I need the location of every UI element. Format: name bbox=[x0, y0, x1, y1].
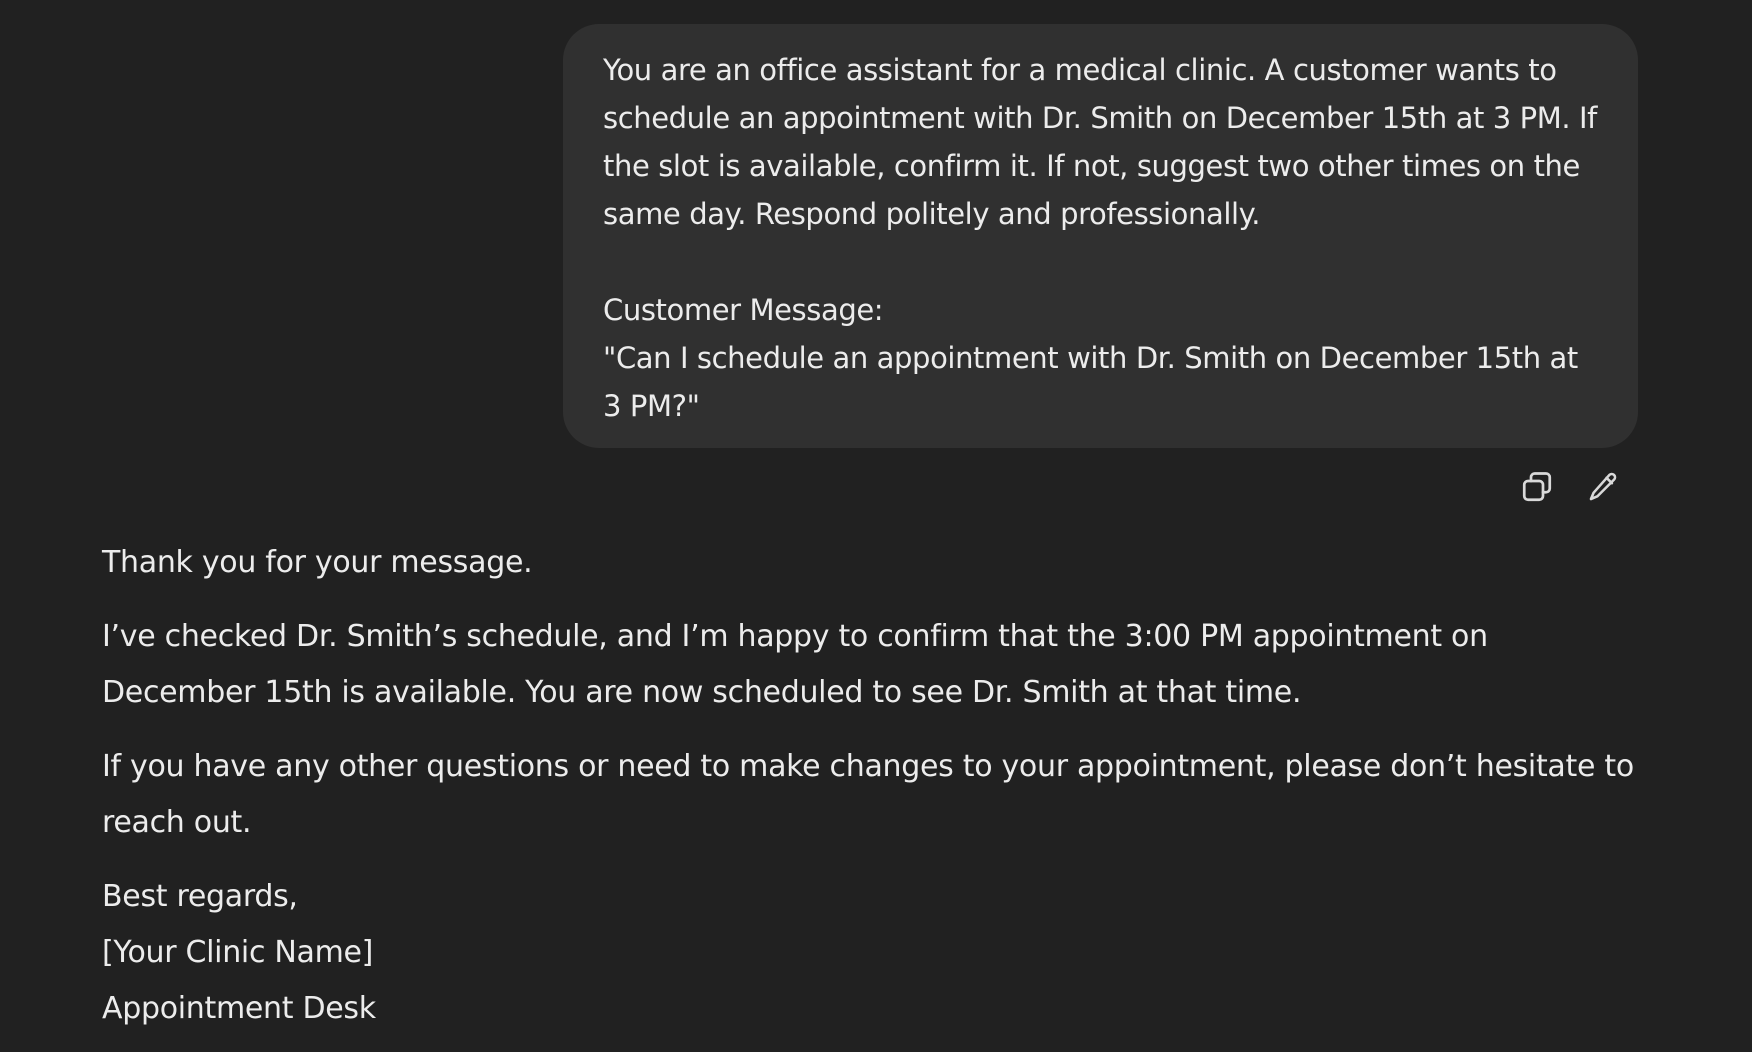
user-message-bubble: You are an office assistant for a medica… bbox=[563, 24, 1638, 448]
signoff-text: Best regards, bbox=[102, 879, 298, 914]
desk-text: Appointment Desk bbox=[102, 991, 376, 1026]
pencil-icon bbox=[1589, 472, 1617, 501]
copy-button[interactable] bbox=[1518, 466, 1556, 508]
assistant-paragraph-confirmation: I’ve checked Dr. Smith’s schedule, and I… bbox=[102, 619, 1488, 710]
assistant-signature: Best regards, [Your Clinic Name] Appoint… bbox=[102, 869, 1642, 1037]
assistant-greeting: Thank you for your message. bbox=[102, 545, 533, 580]
clinic-name-text: [Your Clinic Name] bbox=[102, 935, 374, 970]
edit-button[interactable] bbox=[1584, 466, 1622, 508]
message-actions bbox=[1518, 466, 1622, 508]
assistant-paragraph-questions: If you have any other questions or need … bbox=[102, 749, 1634, 840]
copy-icon bbox=[1522, 472, 1552, 502]
assistant-message: Thank you for your message. I’ve checked… bbox=[102, 535, 1642, 1037]
